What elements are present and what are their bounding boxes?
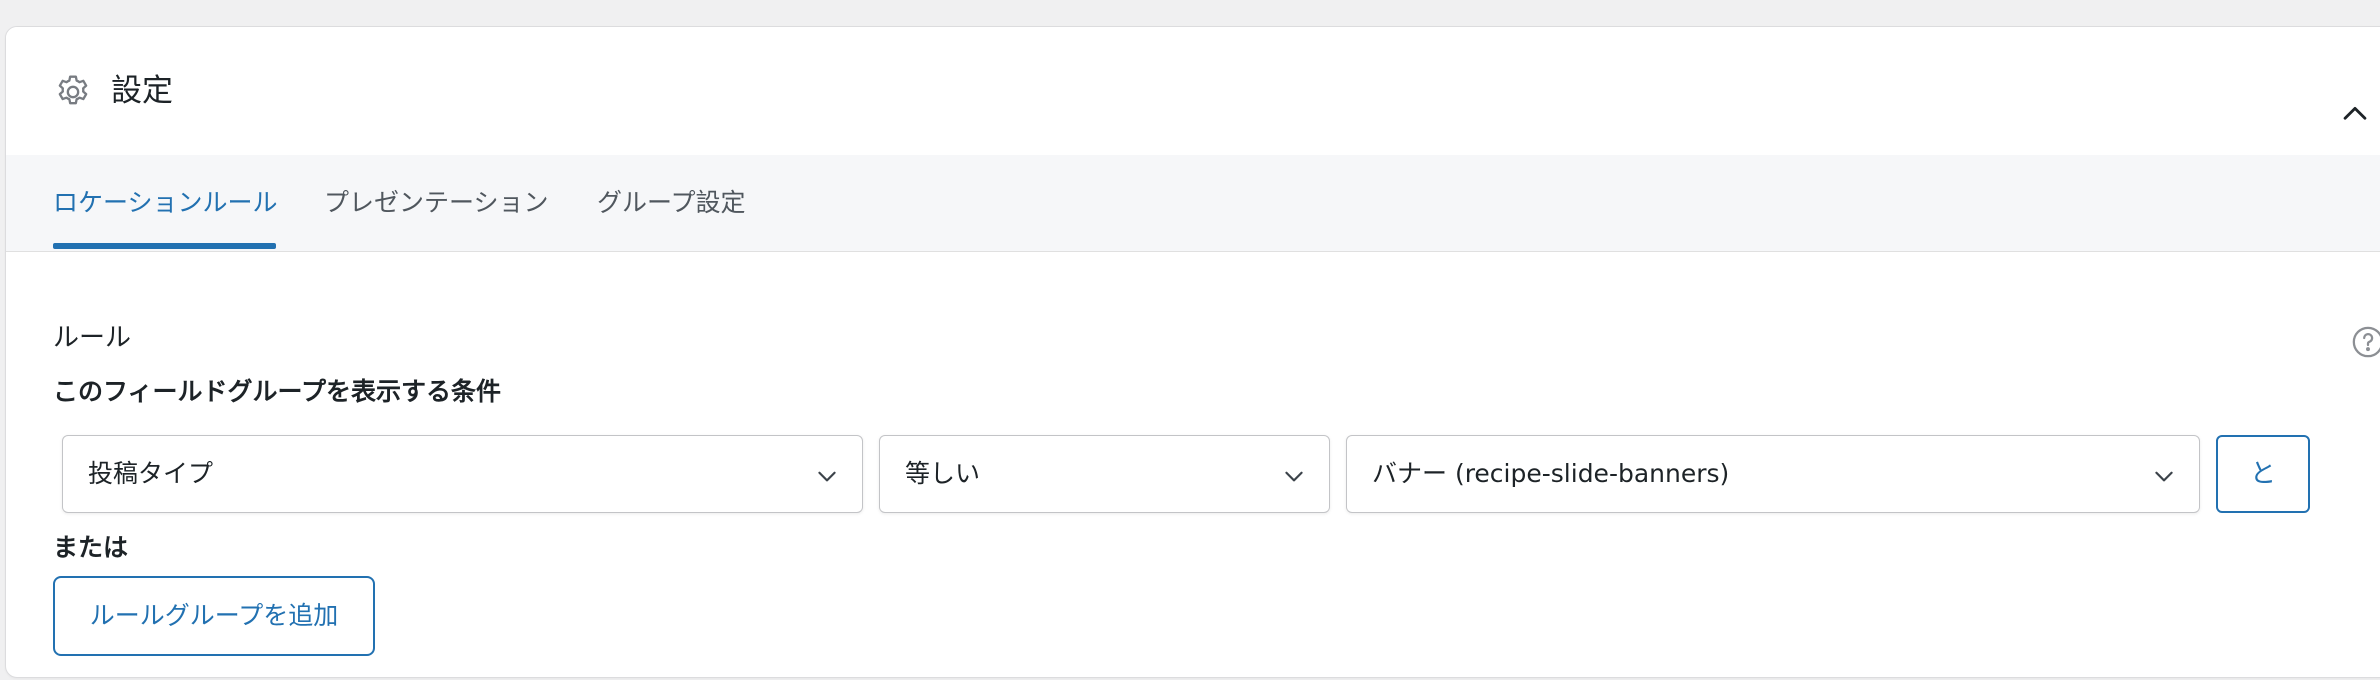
chevron-down-icon: [814, 463, 840, 489]
panel-header[interactable]: 設定: [6, 27, 2380, 156]
question-circle-icon[interactable]: [2351, 325, 2380, 359]
add-and-rule-button[interactable]: と: [2216, 435, 2310, 513]
rule-param-value: 投稿タイプ: [88, 459, 214, 488]
rule-value-select[interactable]: バナー (recipe-slide-banners): [1346, 435, 2200, 513]
rule-operator-value: 等しい: [905, 459, 981, 488]
condition-label: このフィールドグループを表示する条件: [53, 377, 502, 406]
tabs-bar: ロケーションルール プレゼンテーション グループ設定: [6, 155, 2380, 252]
tab-group-settings[interactable]: グループ設定: [597, 185, 746, 221]
tab-presentation[interactable]: プレゼンテーション: [324, 185, 549, 221]
settings-panel: 設定 ロケーションルール プレゼンテーション グループ設定 ルール このフィール…: [5, 26, 2380, 678]
add-rule-group-button[interactable]: ルールグループを追加: [53, 576, 375, 656]
chevron-down-icon: [1281, 463, 1307, 489]
tab-location-rules[interactable]: ロケーションルール: [53, 185, 278, 221]
panel-title: 設定: [111, 73, 173, 109]
or-label: または: [53, 533, 129, 562]
chevron-up-icon[interactable]: [2338, 97, 2372, 131]
rules-section: ルール このフィールドグループを表示する条件 投稿タイプ 等しい バナー (re…: [6, 251, 2380, 677]
gear-icon: [53, 72, 93, 112]
rule-param-select[interactable]: 投稿タイプ: [62, 435, 863, 513]
rule-value-value: バナー (recipe-slide-banners): [1372, 459, 1730, 488]
active-tab-indicator: [53, 243, 276, 249]
rules-label: ルール: [53, 323, 132, 353]
rule-operator-select[interactable]: 等しい: [879, 435, 1330, 513]
chevron-down-icon: [2151, 463, 2177, 489]
